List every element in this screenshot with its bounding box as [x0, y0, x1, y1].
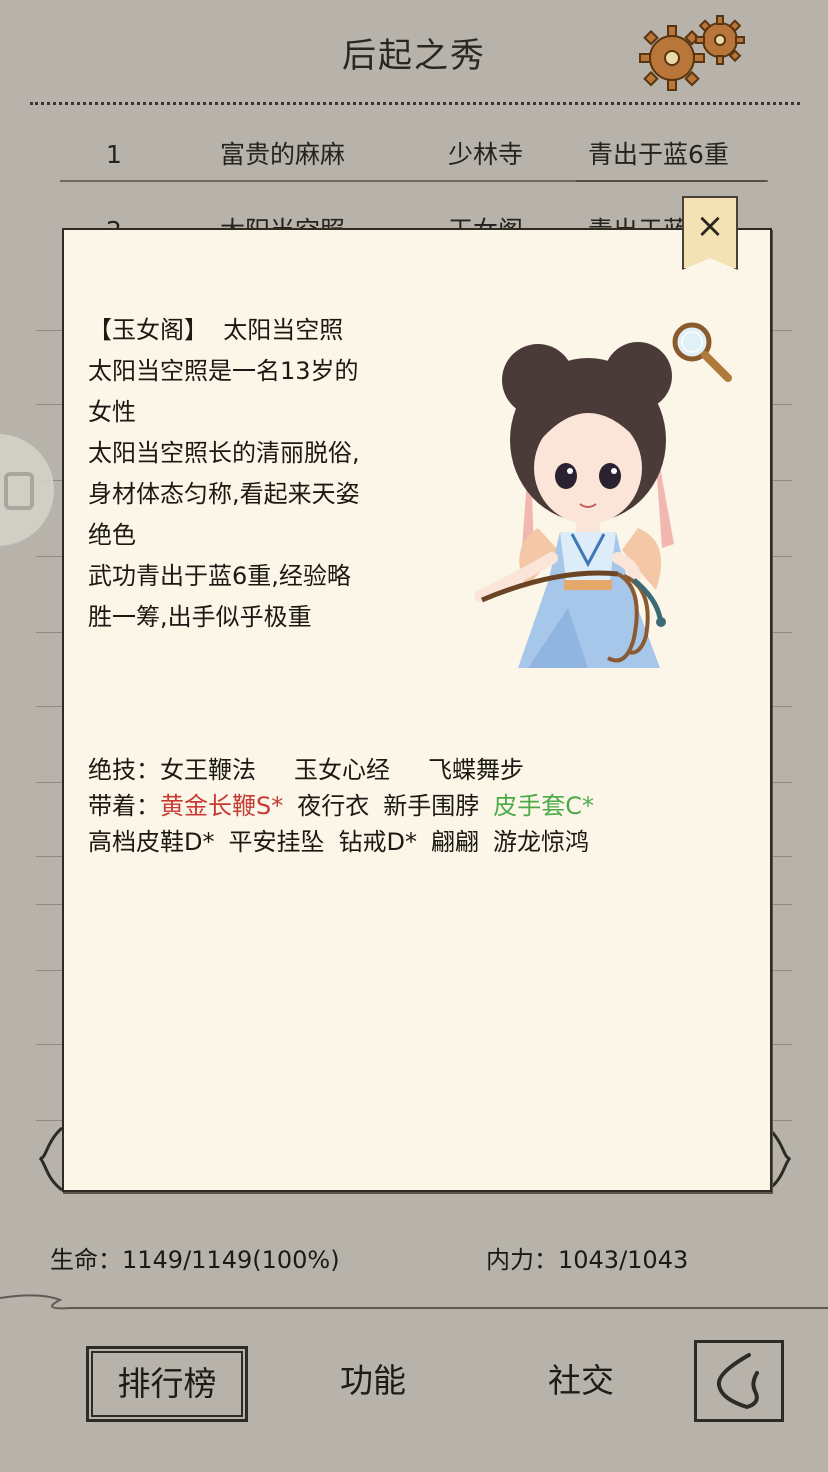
mp-label: 内力： — [486, 1246, 558, 1274]
rank-cell: 1 — [106, 140, 122, 169]
side-float-button[interactable] — [0, 434, 54, 546]
row-divider — [576, 180, 766, 182]
skill-item[interactable]: 女王鞭法 — [160, 756, 256, 784]
description-line: 胜一筹,出手似乎极重 — [88, 603, 312, 631]
table-row[interactable]: 1 富贵的麻麻 少林寺 青出于蓝6重 — [60, 130, 770, 180]
side-tab-icon — [4, 472, 34, 510]
equipment-line: 高档皮鞋D* 平安挂坠 钻戒D* 翩翩 游龙惊鸿 — [88, 824, 708, 860]
header-divider — [30, 102, 800, 105]
zoom-magnifier-icon[interactable] — [668, 318, 734, 384]
skill-cell: 青出于蓝6重 — [588, 140, 729, 169]
mp-value: 1043/1043 — [558, 1246, 689, 1274]
skills-equipment: 绝技：女王鞭法 玉女心经 飞蝶舞步 带着：黄金长鞭S* 夜行衣 新手围脖 皮手套C* 高档… — [88, 752, 708, 860]
back-button[interactable] — [694, 1340, 784, 1422]
nav-ranking-button[interactable]: 排行榜 — [86, 1346, 248, 1422]
equipment-item[interactable]: 高档皮鞋D* — [88, 828, 214, 856]
back-arrow-icon — [716, 1353, 759, 1410]
skill-item[interactable]: 飞蝶舞步 — [428, 756, 524, 784]
sect-cell: 少林寺 — [448, 140, 524, 169]
description-line: 太阳当空照是一名13岁的 — [88, 357, 359, 385]
mp-stat: 内力：1043/1043 — [486, 1242, 688, 1278]
character-info: 【玉女阁】 太阳当空照 太阳当空照是一名13岁的 女性 太阳当空照长的清丽脱俗,… — [88, 310, 418, 638]
skills-line: 绝技：女王鞭法 玉女心经 飞蝶舞步 — [88, 752, 708, 788]
skills-label: 绝技： — [88, 756, 160, 784]
equipment-line: 带着：黄金长鞭S* 夜行衣 新手围脖 皮手套C* — [88, 788, 708, 824]
character-heading: 【玉女阁】 太阳当空照 — [88, 310, 418, 351]
equipment-item[interactable]: 游龙惊鸿 — [493, 828, 589, 856]
sect-tag: 【玉女阁】 — [88, 316, 208, 344]
description-line: 武功青出于蓝6重,经验略 — [88, 562, 351, 590]
equipment-item[interactable]: 夜行衣 — [297, 792, 369, 820]
equipment-label: 带着： — [88, 792, 160, 820]
settings-gear-icon[interactable] — [636, 12, 756, 92]
nav-social-button[interactable]: 社交 — [508, 1346, 654, 1416]
nav-function-button[interactable]: 功能 — [300, 1346, 446, 1416]
equipment-item[interactable]: 新手围脖 — [383, 792, 479, 820]
description-line: 女性 — [88, 398, 136, 426]
equipment-item[interactable]: 钻戒D* — [338, 828, 416, 856]
equipment-item[interactable]: 黄金长鞭S* — [160, 792, 283, 820]
close-icon: × — [695, 206, 725, 246]
hp-label: 生命： — [50, 1246, 122, 1274]
description-line: 绝色 — [88, 521, 136, 549]
equipment-item[interactable]: 皮手套C* — [493, 792, 594, 820]
name-cell: 富贵的麻麻 — [220, 140, 346, 169]
equipment-item[interactable]: 平安挂坠 — [228, 828, 324, 856]
description-line: 身材体态匀称,看起来天姿 — [88, 480, 360, 508]
equipment-item[interactable]: 翩翩 — [431, 828, 479, 856]
skill-item[interactable]: 玉女心经 — [294, 756, 390, 784]
hp-stat: 生命：1149/1149(100%) — [50, 1242, 340, 1278]
character-name: 太阳当空照 — [223, 316, 344, 344]
brush-divider — [0, 1294, 828, 1310]
hp-value: 1149/1149(100%) — [122, 1246, 340, 1274]
description-line: 太阳当空照长的清丽脱俗, — [88, 439, 360, 467]
